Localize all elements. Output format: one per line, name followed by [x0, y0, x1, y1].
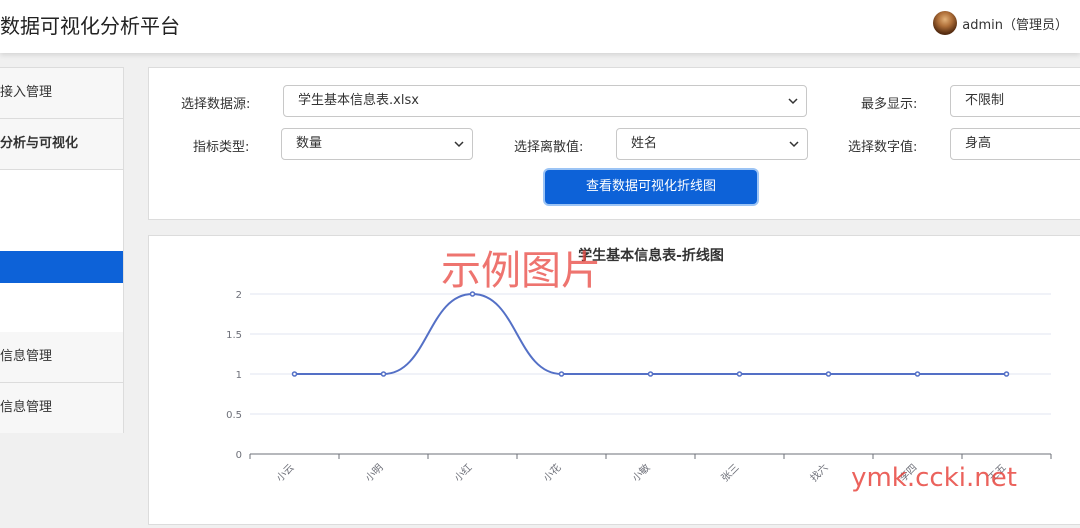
sidebar: 接入管理 分析与可视化 信息管理 信息管理	[0, 67, 124, 433]
x-tick-label: 张三	[719, 462, 742, 485]
discrete-value: 姓名	[631, 136, 658, 151]
top-header: 数据可视化分析平台 admin（管理员）	[0, 0, 1080, 53]
numeric-select[interactable]: 身高	[950, 128, 1080, 160]
sidebar-item-info-1[interactable]: 信息管理	[0, 332, 123, 383]
numeric-label: 选择数字值:	[848, 140, 918, 155]
chevron-down-icon	[788, 98, 798, 105]
x-tick-label: 找六	[807, 461, 830, 484]
max-display-select[interactable]: 不限制	[950, 85, 1080, 117]
x-tick-label: 小云	[274, 462, 297, 485]
numeric-value: 身高	[965, 136, 992, 151]
data-point[interactable]	[558, 371, 565, 377]
x-tick-label: 小花	[540, 461, 563, 484]
chevron-down-icon	[454, 141, 464, 148]
data-point[interactable]	[380, 371, 387, 377]
user-menu[interactable]: admin（管理员）	[933, 11, 1068, 35]
y-tick-label: 1.5	[226, 330, 242, 341]
line-chart: 00.511.52 小云 小明 小红 小花 小敏 张三 找六 李四 王五 学生基本信息表-折线图…	[226, 247, 1052, 493]
y-tick-label: 0.5	[226, 410, 242, 421]
data-point[interactable]	[825, 371, 832, 377]
y-tick-label: 1	[236, 370, 242, 381]
data-point[interactable]	[914, 371, 921, 377]
indicator-type-label: 指标类型:	[193, 140, 250, 155]
x-tick-label: 小明	[363, 462, 386, 485]
sidebar-item-info-2[interactable]: 信息管理	[0, 383, 123, 433]
datasource-select[interactable]: 学生基本信息表.xlsx	[283, 85, 807, 117]
y-axis-ticks: 0 0.5 1 1.5 2	[226, 290, 242, 461]
datasource-value: 学生基本信息表.xlsx	[298, 93, 419, 108]
site-watermark: ymk.ccki.net	[851, 463, 1017, 493]
avatar[interactable]	[933, 11, 958, 35]
indicator-type-select[interactable]: 数量	[281, 128, 473, 160]
user-name[interactable]: admin（管理员）	[962, 14, 1068, 33]
query-panel: 选择数据源: 学生基本信息表.xlsx 最多显示: 不限制 指标类型: 数量 选…	[148, 67, 1080, 220]
data-point[interactable]	[1003, 371, 1010, 377]
discrete-label: 选择离散值:	[514, 140, 584, 155]
sample-watermark: 示例图片	[441, 248, 601, 294]
datasource-label: 选择数据源:	[181, 97, 251, 112]
sidebar-item-access[interactable]: 接入管理	[0, 68, 123, 119]
y-tick-label: 2	[236, 290, 242, 301]
data-point[interactable]	[291, 371, 298, 377]
chevron-down-icon	[789, 141, 799, 148]
max-display-label: 最多显示:	[861, 97, 918, 112]
data-point[interactable]	[647, 371, 654, 377]
x-tick-label: 小红	[451, 461, 474, 484]
y-tick-label: 0	[236, 450, 242, 461]
discrete-select[interactable]: 姓名	[616, 128, 808, 160]
view-line-chart-button[interactable]: 查看数据可视化折线图	[545, 170, 757, 204]
data-point[interactable]	[736, 371, 743, 377]
indicator-type-value: 数量	[296, 136, 323, 151]
chart-panel: 0 0.5 1 1.5 2 小云 小明 小红 小花 小敏 张三 找六 李四 王五 学生基本信息表-折线图…	[148, 235, 1080, 525]
app-title: 数据可视化分析平台	[0, 14, 180, 38]
sidebar-subitem-active[interactable]	[0, 251, 123, 283]
max-display-value: 不限制	[965, 93, 1005, 108]
sidebar-item-analysis[interactable]: 分析与可视化	[0, 119, 123, 170]
x-tick-label: 小敏	[629, 461, 652, 484]
